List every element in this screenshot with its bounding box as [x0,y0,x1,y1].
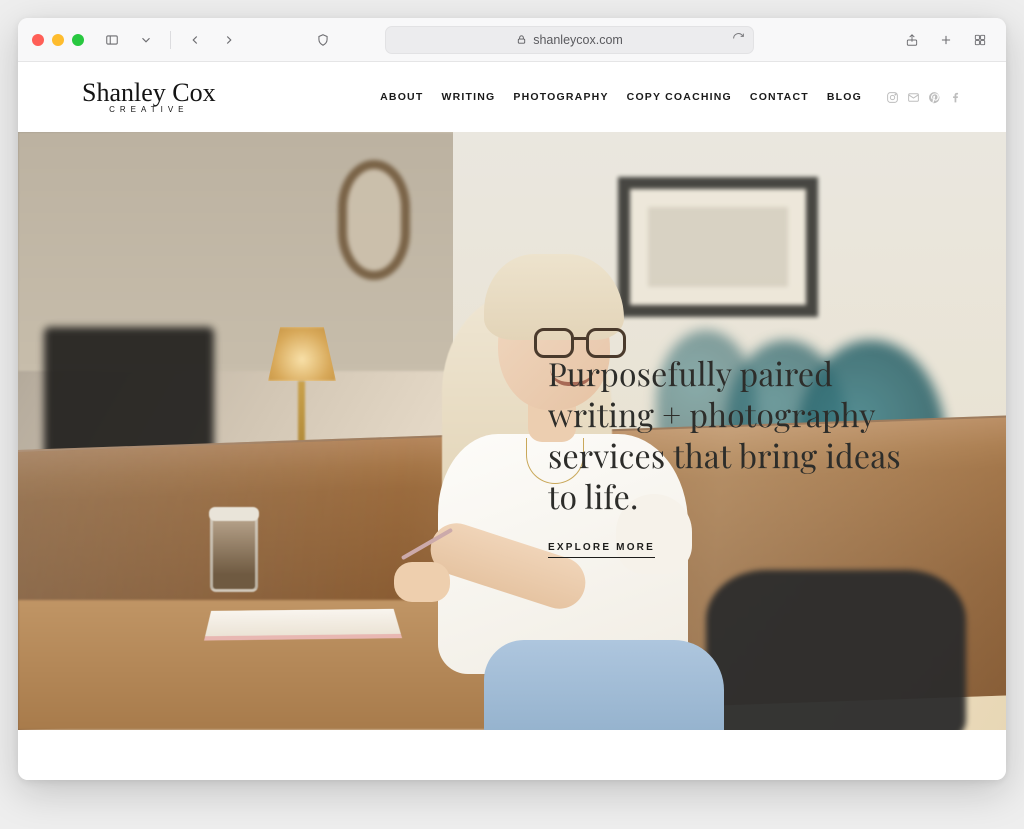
pinterest-icon[interactable] [928,91,941,104]
page-gap [18,730,1006,780]
facebook-icon[interactable] [949,91,962,104]
hero-text: Purposefully paired writing + photograph… [548,354,918,558]
site-logo[interactable]: Shanley Cox CREATIVE [82,80,216,114]
address-bar-url: shanleycox.com [533,33,623,47]
share-button[interactable] [900,28,924,52]
browser-toolbar: shanleycox.com [18,18,1006,62]
forward-button[interactable] [217,28,241,52]
browser-window: shanleycox.com Shanley Cox CREATIVE ABOU… [18,18,1006,780]
new-tab-button[interactable] [934,28,958,52]
explore-more-link[interactable]: EXPLORE MORE [548,542,655,558]
hero-bg-decor [706,570,966,730]
hero-section: Purposefully paired writing + photograph… [18,132,1006,730]
social-links [886,91,962,104]
back-button[interactable] [183,28,207,52]
main-nav: ABOUT WRITING PHOTOGRAPHY COPY COACHING … [380,91,962,104]
address-bar[interactable]: shanleycox.com [385,26,754,54]
mail-icon[interactable] [907,91,920,104]
close-window-button[interactable] [32,34,44,46]
tab-overview-button[interactable] [968,28,992,52]
nav-blog[interactable]: BLOG [827,91,862,103]
minimize-window-button[interactable] [52,34,64,46]
logo-script-text: Shanley Cox [82,80,216,106]
site-header: Shanley Cox CREATIVE ABOUT WRITING PHOTO… [18,62,1006,132]
hero-headline: Purposefully paired writing + photograph… [548,354,918,518]
nav-about[interactable]: ABOUT [380,91,423,103]
lock-icon [516,34,527,45]
sidebar-toggle-button[interactable] [100,28,124,52]
nav-contact[interactable]: CONTACT [750,91,809,103]
instagram-icon[interactable] [886,91,899,104]
nav-photography[interactable]: PHOTOGRAPHY [513,91,608,103]
nav-copy-coaching[interactable]: COPY COACHING [627,91,732,103]
hero-bg-decor [210,514,258,592]
logo-sub-text: CREATIVE [109,105,188,114]
window-controls [32,34,84,46]
fullscreen-window-button[interactable] [72,34,84,46]
toolbar-separator [170,31,171,49]
nav-writing[interactable]: WRITING [441,91,495,103]
privacy-report-button[interactable] [311,28,335,52]
tab-dropdown-button[interactable] [134,28,158,52]
reload-button[interactable] [732,32,745,48]
